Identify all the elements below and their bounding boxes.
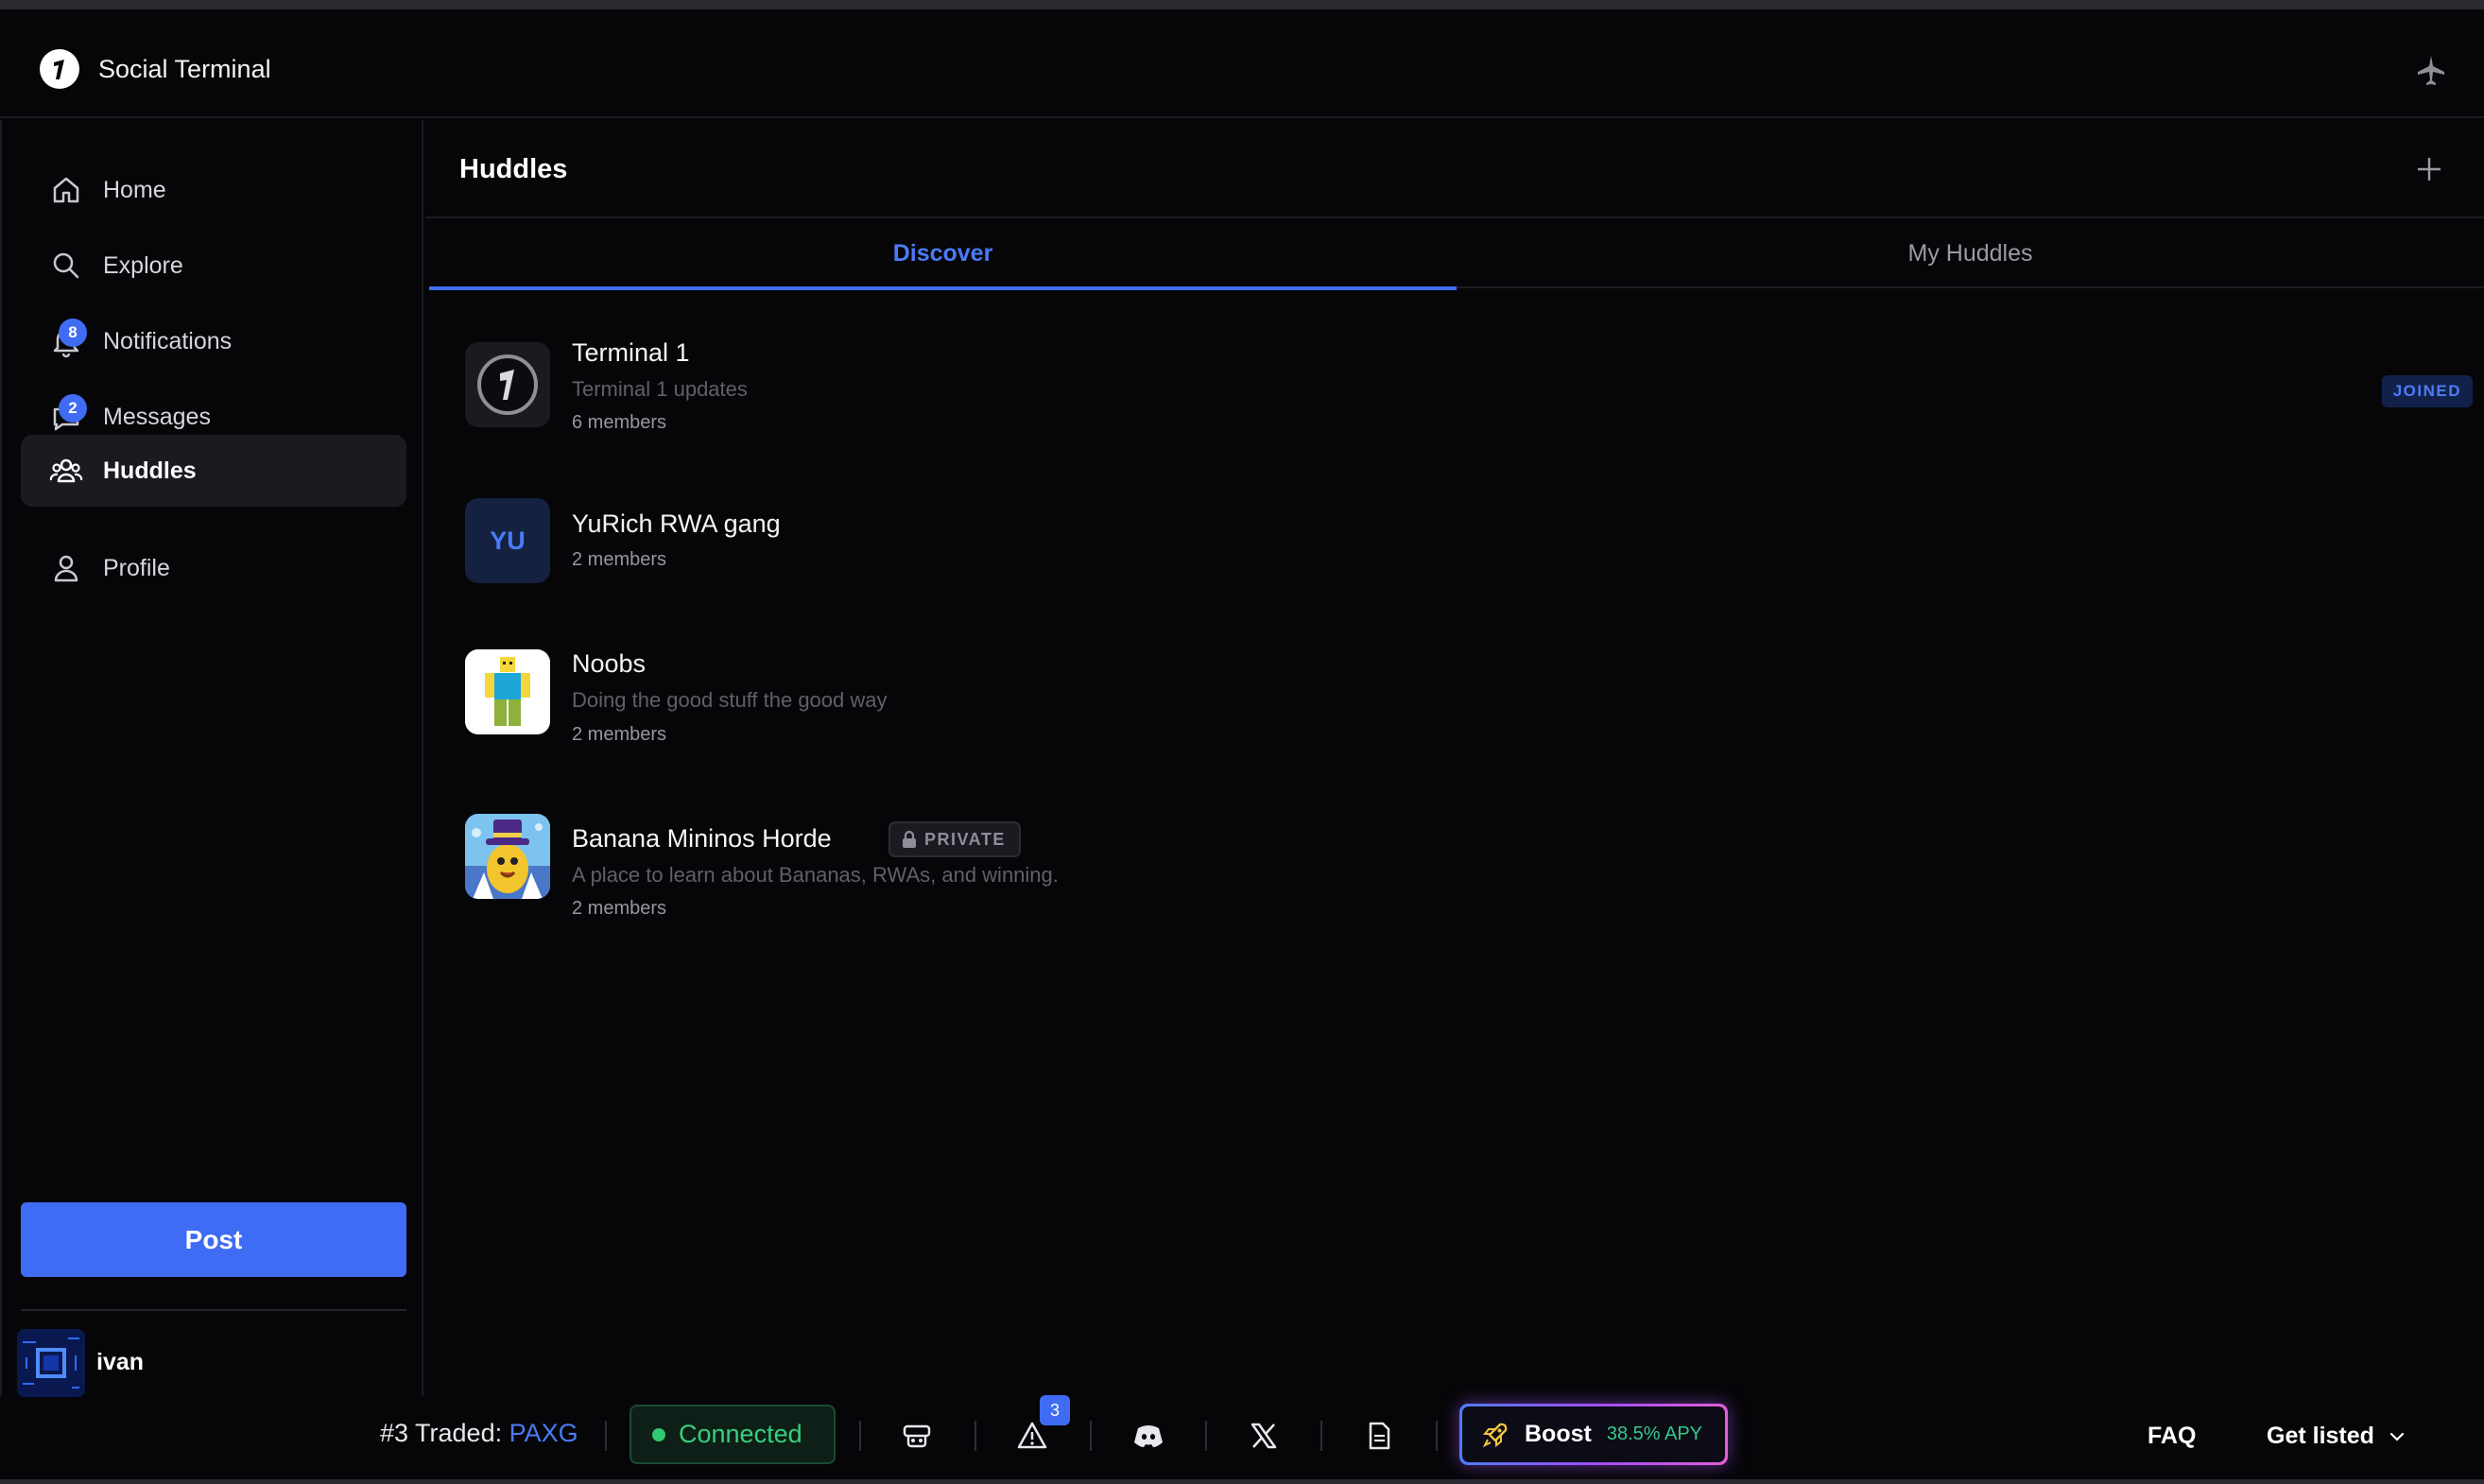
top-traded-ticker[interactable]: #3 Traded: PAXG: [380, 1419, 578, 1448]
create-huddle-plus-icon[interactable]: [2412, 152, 2446, 186]
sidebar-item-huddles[interactable]: Huddles: [21, 435, 406, 507]
sidebar-item-label: Explore: [103, 251, 183, 279]
sidebar-item-home[interactable]: Home: [21, 154, 406, 226]
discord-icon[interactable]: [1131, 1419, 1165, 1453]
page-title: Huddles: [459, 154, 568, 184]
users-icon: [49, 458, 83, 483]
huddle-name: YuRich RWA gang: [572, 509, 781, 538]
divider: [1436, 1421, 1438, 1451]
huddle-name: Banana Mininos Horde: [572, 824, 832, 853]
huddle-member-count: 2 members: [572, 549, 667, 570]
sidebar-item-profile[interactable]: Profile: [21, 532, 406, 604]
chevron-down-icon: [2389, 1432, 2405, 1441]
traded-prefix: #3 Traded:: [380, 1419, 503, 1447]
alerts-count-badge: 3: [1040, 1395, 1070, 1425]
huddle-description: Doing the good stuff the good way: [572, 688, 888, 712]
huddle-description: A place to learn about Bananas, RWAs, an…: [572, 863, 1059, 887]
divider: [1205, 1421, 1207, 1451]
main-panel: Huddles Discover My Huddles Terminal 1 T…: [425, 120, 2484, 1396]
faq-link[interactable]: FAQ: [2148, 1423, 2196, 1450]
banana-minino-icon: [465, 814, 550, 899]
airplane-icon[interactable]: [2412, 51, 2450, 89]
app-logo[interactable]: [40, 49, 79, 89]
private-badge: PRIVATE: [888, 821, 1021, 857]
sidebar-item-notifications[interactable]: 8 Notifications: [21, 305, 406, 377]
sidebar-item-label: Messages: [103, 403, 211, 430]
get-listed-dropdown[interactable]: Get listed: [2267, 1423, 2406, 1450]
document-icon[interactable]: [1362, 1419, 1396, 1453]
post-button[interactable]: Post: [21, 1202, 406, 1277]
connection-status-button[interactable]: Connected: [630, 1405, 836, 1464]
sidebar-item-explore[interactable]: Explore: [21, 230, 406, 302]
sidebar: Home Explore 8 Notifications 2 Messages: [0, 120, 423, 1397]
divider: [859, 1421, 861, 1451]
avatar-image: [17, 1329, 85, 1397]
terminal-logo-icon: [465, 342, 550, 427]
huddle-member-count: 2 members: [572, 724, 667, 745]
user-avatar[interactable]: [17, 1329, 85, 1397]
sidebar-item-label: Home: [103, 176, 166, 203]
message-count-badge: 2: [59, 394, 87, 423]
app-window: Social Terminal Home Explore 8 Notificat…: [0, 0, 2484, 1484]
home-icon: [53, 177, 79, 203]
huddle-member-count: 6 members: [572, 412, 667, 433]
bot-icon[interactable]: [900, 1419, 934, 1453]
huddle-avatar: [465, 814, 550, 899]
joined-badge: JOINED: [2381, 375, 2473, 407]
huddle-member-count: 2 members: [572, 898, 667, 919]
tab-label: Discover: [892, 239, 993, 267]
boost-apy: 38.5% APY: [1606, 1424, 1703, 1444]
user-name: ivan: [96, 1349, 145, 1375]
user-icon: [54, 555, 78, 582]
huddle-list-item[interactable]: Terminal 1 Terminal 1 updates 6 members …: [465, 333, 2473, 437]
sidebar-divider: [21, 1309, 406, 1311]
rocket-icon: [1482, 1423, 1508, 1447]
x-logo-icon[interactable]: [1247, 1419, 1281, 1453]
huddle-list-item[interactable]: YU YuRich RWA gang 2 members: [465, 498, 2450, 602]
boost-button[interactable]: Boost 38.5% APY: [1459, 1404, 1728, 1465]
sidebar-item-label: Huddles: [103, 457, 197, 484]
huddle-description: Terminal 1 updates: [572, 377, 748, 401]
active-tab-indicator: [429, 286, 1457, 290]
app-title: Social Terminal: [98, 55, 271, 83]
traded-symbol-link[interactable]: PAXG: [509, 1419, 578, 1447]
divider: [1090, 1421, 1092, 1451]
sidebar-item-label: Profile: [103, 554, 170, 581]
huddle-initials-avatar: YU: [465, 498, 550, 583]
tab-discover[interactable]: Discover: [429, 218, 1457, 290]
notification-count-badge: 8: [59, 319, 87, 347]
search-icon: [53, 252, 79, 279]
huddle-name: Terminal 1: [572, 338, 690, 367]
huddle-list-item[interactable]: Banana Mininos Horde PRIVATE A place to …: [465, 814, 2450, 919]
divider: [1320, 1421, 1322, 1451]
divider: [975, 1421, 976, 1451]
huddle-tabs: Discover My Huddles: [429, 218, 2484, 290]
terminal-logo-icon: [54, 60, 64, 79]
huddle-avatar: [465, 342, 550, 427]
get-listed-label: Get listed: [2267, 1423, 2374, 1449]
huddle-name: Noobs: [572, 649, 647, 678]
lock-icon: [903, 831, 916, 848]
roblox-noob-icon: [465, 649, 550, 734]
status-dot-icon: [652, 1427, 665, 1441]
boost-button-inner: Boost 38.5% APY: [1462, 1406, 1725, 1462]
private-badge-label: PRIVATE: [924, 829, 1006, 849]
sidebar-item-label: Notifications: [103, 327, 233, 354]
huddle-list-item[interactable]: Noobs Doing the good stuff the good way …: [465, 649, 2450, 753]
divider: [605, 1421, 607, 1451]
top-bar: Social Terminal: [0, 19, 2484, 118]
page-header: Huddles: [425, 120, 2484, 218]
connection-status-label: Connected: [679, 1420, 802, 1448]
bottom-status-bar: #3 Traded: PAXG Connected 3 Boost 38.5% …: [0, 1395, 2484, 1484]
huddle-avatar: [465, 649, 550, 734]
tab-label: My Huddles: [1907, 239, 2033, 267]
boost-label: Boost: [1525, 1421, 1592, 1447]
tab-my-huddles[interactable]: My Huddles: [1457, 218, 2484, 288]
